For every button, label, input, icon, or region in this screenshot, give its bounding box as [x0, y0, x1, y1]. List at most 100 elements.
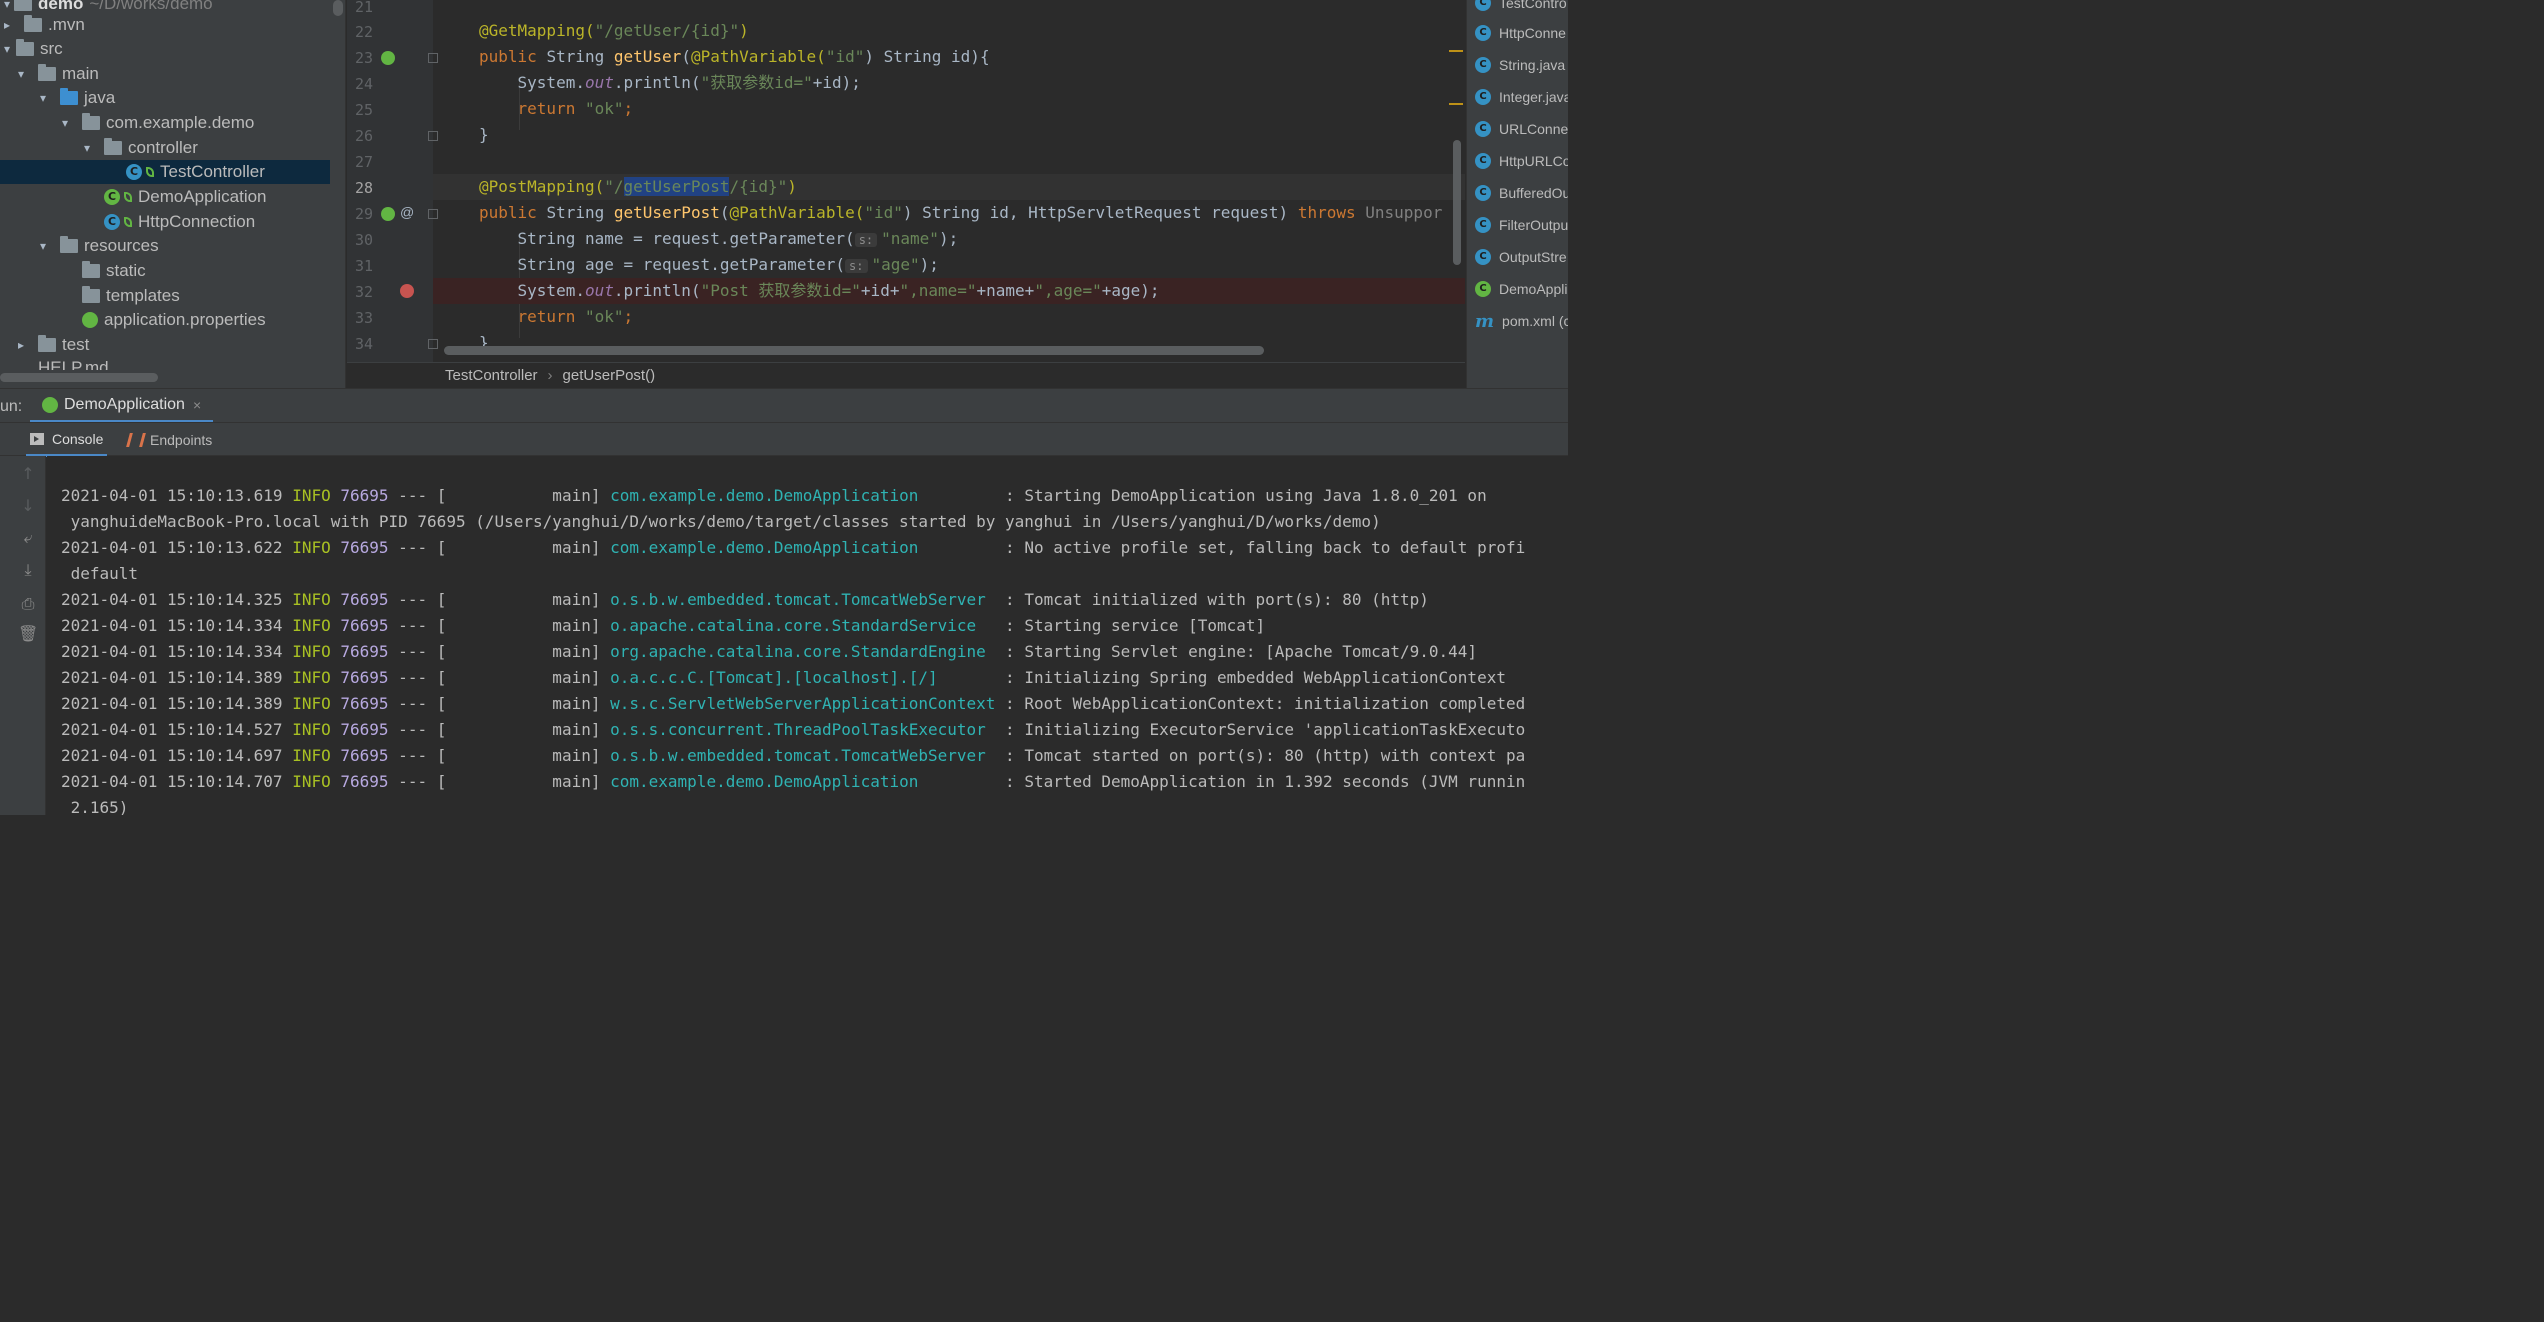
console-token	[283, 720, 293, 739]
tab-console[interactable]: Console	[26, 423, 108, 457]
recent-file-item[interactable]: C String.java	[1475, 54, 1565, 76]
code-token: "获取参数id="	[700, 73, 813, 92]
console-token	[283, 486, 293, 505]
folder-icon	[38, 335, 56, 352]
trash-icon[interactable]: 🗑	[18, 624, 38, 644]
scroll-to-end-icon[interactable]: ⤓	[18, 560, 38, 580]
run-tab-demoapplication[interactable]: DemoApplication ×	[30, 389, 214, 423]
recent-file-item[interactable]: C BufferedOu	[1475, 182, 1568, 204]
tree-item-controller[interactable]: ▾ controller	[0, 136, 330, 160]
code-token: )	[739, 21, 749, 40]
breadcrumb-method[interactable]: getUserPost()	[563, 367, 656, 384]
code-line-23[interactable]: public String getUser(@PathVariable("id"…	[433, 44, 1465, 70]
console-token: o.apache.catalina.core.StandardService	[610, 616, 996, 635]
console-token: 76695	[340, 668, 389, 687]
breadcrumb-file[interactable]: TestController	[445, 367, 538, 384]
console-token	[331, 720, 341, 739]
recent-file-item[interactable]: C TestContro	[1475, 0, 1567, 14]
tree-item-templates[interactable]: templates	[0, 284, 330, 308]
recent-file-item[interactable]: C HttpURLCo	[1475, 150, 1568, 172]
tree-item-src[interactable]: ▾ src	[0, 37, 330, 61]
annotation-icon[interactable]: @	[400, 204, 414, 220]
line-number: 30	[354, 231, 373, 249]
tree-item-help[interactable]: HELP.md	[0, 358, 330, 370]
chevron-down-icon[interactable]: ▾	[14, 67, 28, 81]
code-token: +name+	[976, 281, 1035, 300]
horizontal-scrollbar[interactable]	[444, 346, 1264, 355]
vertical-scrollbar[interactable]	[1453, 140, 1461, 265]
recent-file-item[interactable]: C FilterOutpu	[1475, 214, 1568, 236]
chevron-down-icon[interactable]: ▾	[36, 91, 50, 105]
console-token: : Starting service [Tomcat]	[995, 616, 1266, 635]
line-number: 27	[354, 153, 373, 171]
tree-item-label: resources	[84, 236, 159, 255]
recent-file-item[interactable]: m pom.xml (c	[1475, 310, 1568, 332]
code-token: "ok"	[584, 307, 624, 326]
code-line-22[interactable]: @GetMapping("/getUser/{id}")	[433, 18, 1465, 44]
recent-file-item[interactable]: C DemoAppli	[1475, 278, 1567, 300]
chevron-down-icon[interactable]: ▾	[0, 0, 14, 11]
recent-file-label: HttpURLCo	[1499, 153, 1568, 169]
console-token: --- [ main]	[388, 694, 611, 713]
console-icon	[30, 432, 44, 445]
code-token: @PathVariable(	[690, 47, 826, 66]
tree-item-main[interactable]: ▾ main	[0, 62, 330, 86]
console-output[interactable]: 2021-04-01 15:10:13.619 INFO 76695 --- […	[47, 456, 1568, 815]
spring-bean-icon	[124, 217, 132, 227]
arrow-down-icon[interactable]: ↓	[18, 496, 38, 516]
chevron-down-icon[interactable]: ▾	[0, 42, 14, 56]
code-line-32[interactable]: System.out.println("Post 获取参数id="+id+",n…	[433, 278, 1465, 304]
recent-file-item[interactable]: C OutputStre	[1475, 246, 1567, 268]
code-line-30[interactable]: String name = request.getParameter(s: "na…	[433, 226, 1465, 252]
soft-wrap-icon[interactable]: ⤶	[18, 528, 38, 548]
tree-item-java[interactable]: ▾ java	[0, 86, 330, 110]
horizontal-scrollbar[interactable]	[0, 373, 158, 382]
warning-marker[interactable]	[1449, 50, 1463, 52]
warning-marker[interactable]	[1449, 103, 1463, 105]
code-line-26[interactable]: }	[433, 122, 1465, 148]
tab-endpoints[interactable]: Endpoints	[126, 423, 212, 457]
console-line: yanghuideMacBook-Pro.local with PID 7669…	[61, 512, 1381, 531]
tree-item-testcontroller[interactable]: C TestController	[0, 160, 330, 184]
print-icon[interactable]: ⎙	[18, 594, 38, 614]
console-token: INFO	[292, 668, 331, 687]
chevron-down-icon[interactable]: ▾	[80, 141, 94, 155]
tree-item-demoapplication[interactable]: C DemoApplication	[0, 185, 330, 209]
console-token: INFO	[292, 720, 331, 739]
code-token: "/getUser/{id}"	[594, 21, 740, 40]
tree-item-test[interactable]: ▸ test	[0, 333, 330, 357]
class-icon: C	[1475, 25, 1491, 41]
code-token: throws	[1297, 203, 1366, 222]
tree-item-httpconnection[interactable]: C HttpConnection	[0, 210, 330, 234]
project-tree-panel: ▾ demo ~/D/works/demo ▸ .mvn ▾ src ▾ mai…	[0, 0, 346, 388]
tree-item-package[interactable]: ▾ com.example.demo	[0, 111, 330, 135]
tree-item-static[interactable]: static	[0, 259, 330, 283]
code-token: /{id}"	[729, 177, 788, 196]
request-mapping-icon[interactable]	[381, 51, 395, 65]
chevron-right-icon[interactable]: ▸	[0, 18, 14, 32]
code-line-31[interactable]: String age = request.getParameter(s: "age…	[433, 252, 1465, 278]
breakpoint-icon[interactable]	[400, 284, 414, 298]
code-token: out	[584, 281, 614, 300]
code-token: String	[546, 203, 614, 222]
recent-file-item[interactable]: C HttpConne	[1475, 22, 1566, 44]
tree-item-resources[interactable]: ▾ resources	[0, 234, 330, 258]
request-mapping-icon[interactable]	[381, 207, 395, 221]
chevron-down-icon[interactable]: ▾	[58, 116, 72, 130]
chevron-down-icon[interactable]: ▾	[36, 239, 50, 253]
recent-file-item[interactable]: C Integer.java	[1475, 86, 1568, 108]
tree-item-mvn[interactable]: ▸ .mvn	[0, 13, 330, 37]
chevron-right-icon[interactable]: ▸	[14, 338, 28, 352]
vertical-scrollbar[interactable]	[333, 0, 343, 16]
code-line-33[interactable]: return "ok";	[433, 304, 1465, 330]
code-line-25[interactable]: return "ok";	[433, 96, 1465, 122]
code-line-24[interactable]: System.out.println("获取参数id="+id);	[433, 70, 1465, 96]
close-icon[interactable]: ×	[193, 397, 201, 413]
code-editor[interactable]: 21 22 23 24 25 26 27 28 29 30 31 32 33 3…	[347, 0, 1465, 362]
code-line-29[interactable]: public String getUserPost(@PathVariable(…	[433, 200, 1465, 226]
tree-item-application-properties[interactable]: application.properties	[0, 308, 330, 332]
code-line-28[interactable]: @PostMapping("/getUserPost/{id}")	[433, 174, 1465, 200]
recent-file-item[interactable]: C URLConne	[1475, 118, 1568, 140]
code-token: .println(	[613, 281, 701, 300]
arrow-up-icon[interactable]: ↑	[18, 464, 38, 484]
